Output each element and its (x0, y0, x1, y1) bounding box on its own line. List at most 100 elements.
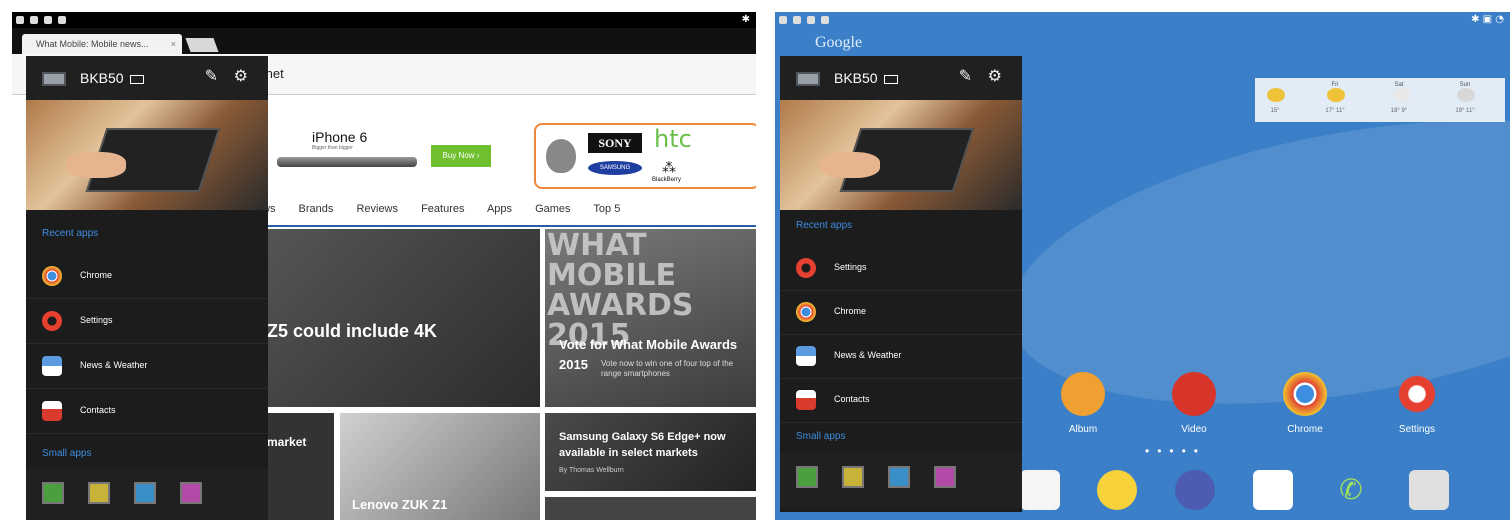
iphone-ad-title: iPhone 6 (312, 129, 368, 145)
recent-app-chrome[interactable]: Chrome (26, 254, 268, 299)
hand-image (66, 152, 126, 178)
home-app-chrome[interactable]: Chrome (1270, 372, 1340, 435)
pencil-icon[interactable]: ✎ (205, 66, 218, 85)
app-label: Contacts (834, 394, 870, 404)
small-apps-row (26, 468, 268, 520)
notification-icon (58, 16, 66, 24)
nav-item-features[interactable]: Features (421, 203, 464, 215)
notification-icon (821, 16, 829, 24)
messaging-icon[interactable] (1253, 470, 1293, 510)
album-icon (1061, 372, 1105, 416)
blackberry-logo-icon: ⁂ (662, 159, 676, 175)
play-store-icon[interactable] (1020, 470, 1060, 510)
notification-icon (30, 16, 38, 24)
buy-now-button[interactable]: Buy Now › (431, 145, 491, 167)
app-drawer-icon[interactable] (1175, 470, 1215, 510)
news-weather-icon (42, 356, 62, 376)
article-tile[interactable]: market (267, 413, 334, 520)
left-screenshot: ✱ What Mobile: Mobile news... × .net iPh… (12, 12, 756, 520)
home-app-label: Album (1068, 424, 1098, 435)
notification-icon (807, 16, 815, 24)
drawer-header: BKB50 ✎ ⚙ (26, 56, 268, 100)
device-name-text: BKB50 (834, 70, 878, 86)
site-nav: ws Brands Reviews Features Apps Games To… (262, 203, 640, 215)
tab-strip: What Mobile: Mobile news... × (12, 28, 756, 54)
home-app-album[interactable]: Album (1048, 372, 1118, 435)
calculator-small-app-icon[interactable] (42, 482, 64, 504)
recent-app-settings[interactable]: Settings (780, 246, 1022, 291)
browser-small-app-icon[interactable] (134, 482, 156, 504)
browser-small-app-icon[interactable] (888, 466, 910, 488)
article-tile[interactable]: Samsung Galaxy S6 Edge+ now available in… (545, 413, 756, 491)
nav-item-games[interactable]: Games (535, 203, 570, 215)
nav-item-brands[interactable]: Brands (299, 203, 334, 215)
iphone-image (277, 157, 417, 167)
article-tile[interactable]: Lenovo ZUK Z1 (340, 413, 540, 520)
browser-tab[interactable]: What Mobile: Mobile news... × (22, 34, 182, 54)
settings-gear-icon (42, 311, 62, 331)
recent-app-news-weather[interactable]: News & Weather (26, 344, 268, 389)
iphone-ad[interactable]: iPhone 6 Bigger than bigger Buy Now › (267, 123, 507, 187)
pencil-icon[interactable]: ✎ (959, 66, 972, 85)
article-summary: Vote now to win one of four top of the r… (601, 359, 734, 378)
battery-icon (883, 74, 898, 84)
close-tab-icon[interactable]: × (171, 34, 176, 54)
new-tab-button[interactable] (185, 38, 219, 52)
home-app-video[interactable]: Video (1159, 372, 1229, 435)
gear-icon[interactable]: ⚙ (988, 66, 1002, 85)
recent-app-news-weather[interactable]: News & Weather (780, 334, 1022, 379)
header-photo (26, 100, 268, 210)
nav-item-reviews[interactable]: Reviews (356, 203, 398, 215)
camera-icon[interactable] (1409, 470, 1449, 510)
nav-item-top5[interactable]: Top 5 (593, 203, 620, 215)
news-weather-icon (796, 346, 816, 366)
blackberry-logo-text: BlackBerry (652, 177, 682, 183)
article-tile[interactable] (545, 497, 756, 520)
small-apps-label: Small apps (42, 448, 92, 459)
right-screenshot: ✱ ▣ ◔ Google Fri Sat Sun 15° 17° 11° 18°… (775, 12, 1510, 520)
partly-sunny-icon (1327, 88, 1345, 102)
home-app-label: Settings (1398, 424, 1436, 435)
htc-logo: htc (654, 125, 692, 153)
notification-icon (44, 16, 52, 24)
sony-logo: SONY (588, 133, 642, 153)
gear-icon[interactable]: ⚙ (234, 66, 248, 85)
weather-temp: 18° 9° (1390, 108, 1408, 114)
awards-tile[interactable]: WHAT MOBILE AWARDS 2015 Vote for What Mo… (545, 229, 756, 407)
calculator-small-app-icon[interactable] (796, 466, 818, 488)
iphone-ad-subtitle: Bigger than bigger (312, 145, 353, 151)
article-tile[interactable]: Z5 could include 4K (267, 229, 540, 407)
device-name: BKB50 (80, 70, 144, 86)
brands-ad[interactable]: SONY SAMSUNG htc ⁂ BlackBerry (534, 123, 756, 189)
notification-icon (16, 16, 24, 24)
nav-item-apps[interactable]: Apps (487, 203, 512, 215)
google-search-widget[interactable]: Google (815, 34, 862, 52)
tablet-icon (42, 72, 66, 86)
bluetooth-icon: ✱ (741, 14, 750, 25)
weather-widget[interactable]: Fri Sat Sun 15° 17° 11° 18° 9° 19° 11° (1255, 78, 1505, 122)
recent-app-contacts[interactable]: Contacts (26, 389, 268, 434)
recent-app-chrome[interactable]: Chrome (780, 290, 1022, 335)
gallery-small-app-icon[interactable] (180, 482, 202, 504)
article-headline: Z5 could include 4K (267, 321, 438, 341)
recent-app-contacts[interactable]: Contacts (780, 378, 1022, 423)
app-label: News & Weather (834, 350, 902, 360)
device-name-text: BKB50 (80, 70, 124, 86)
timer-small-app-icon[interactable] (842, 466, 864, 488)
notification-icon (793, 16, 801, 24)
phone-icon[interactable]: ✆ (1331, 470, 1371, 510)
recent-apps-label: Recent apps (796, 220, 853, 231)
video-icon (1172, 372, 1216, 416)
small-apps-drawer: BKB50 ✎ ⚙ Recent apps Chrome Settings Ne… (26, 56, 268, 520)
awards-banner: WHAT MOBILE AWARDS 2015 (547, 228, 694, 353)
settings-gear-icon (796, 258, 816, 278)
header-photo (780, 100, 1022, 210)
recent-app-settings[interactable]: Settings (26, 299, 268, 344)
app-label: Chrome (80, 270, 113, 280)
article-headline: Samsung Galaxy S6 Edge+ now available in… (559, 431, 726, 459)
app-label: News & Weather (80, 360, 148, 370)
timer-small-app-icon[interactable] (88, 482, 110, 504)
home-app-settings[interactable]: Settings (1382, 372, 1452, 435)
gallery-small-app-icon[interactable] (934, 466, 956, 488)
themes-icon[interactable] (1097, 470, 1137, 510)
